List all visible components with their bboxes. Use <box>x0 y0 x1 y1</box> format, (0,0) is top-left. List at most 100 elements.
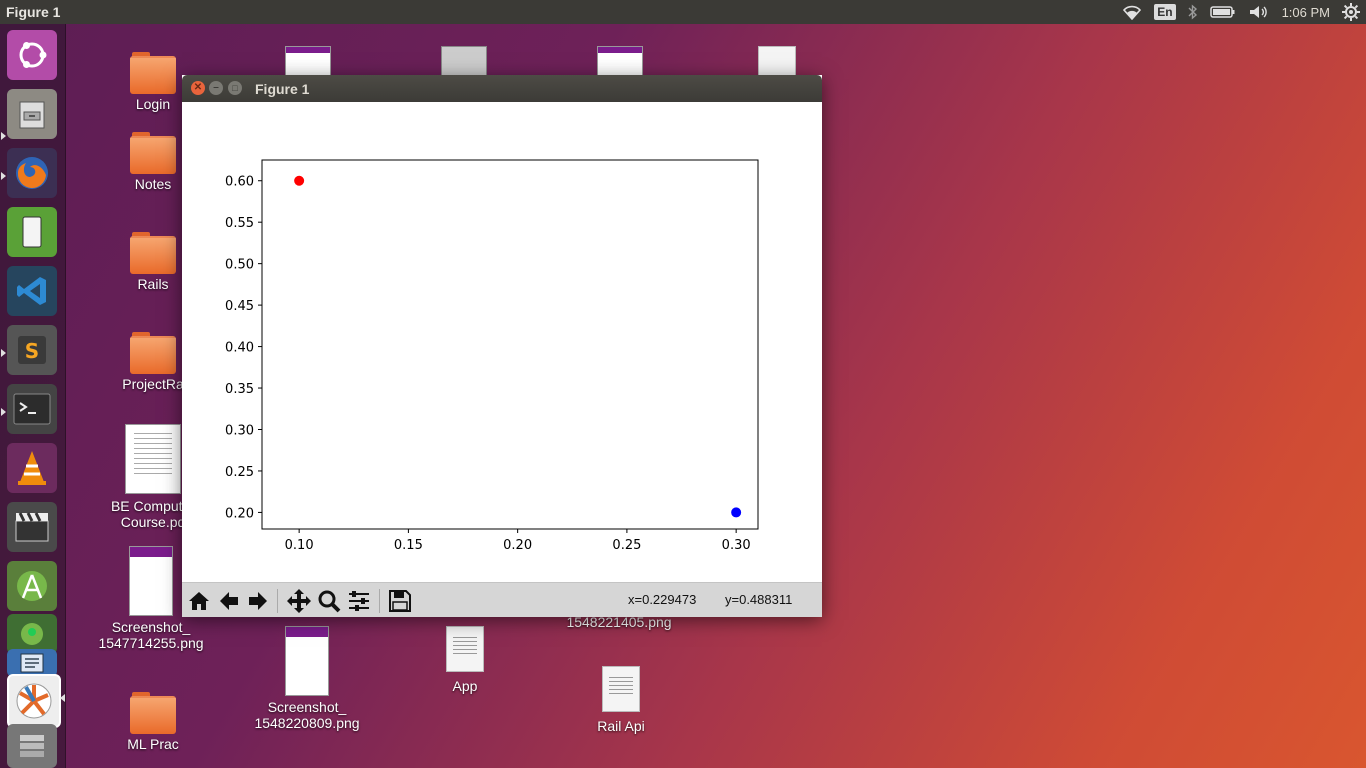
arrow-right-icon <box>249 592 267 610</box>
sliders-icon <box>349 591 369 611</box>
vscode-icon <box>17 277 46 305</box>
focus-indicator <box>60 694 65 702</box>
text-file-icon <box>446 626 484 672</box>
plot-canvas[interactable]: 0.10 0.15 0.20 0.25 0.30 0.20 0.25 0.30 0.35 0.40… <box>182 102 822 582</box>
data-point-1 <box>294 175 305 186</box>
firefox-icon <box>16 157 48 189</box>
bluetooth-icon[interactable] <box>1188 4 1198 20</box>
files-launcher[interactable] <box>7 89 57 139</box>
battery-icon[interactable] <box>1209 5 1236 19</box>
running-indicator <box>1 132 6 140</box>
y-tick-label: 0.30 <box>225 423 254 438</box>
document-viewer-icon <box>20 653 44 673</box>
desktop-icon-rail-api[interactable]: Rail Api <box>566 666 676 734</box>
desktop-icon-app[interactable]: App <box>410 626 520 694</box>
image-thumbnail[interactable] <box>285 46 331 76</box>
folder-icon <box>130 332 176 374</box>
vlc-launcher[interactable] <box>7 443 57 493</box>
ubuntu-dash-button[interactable] <box>7 30 57 80</box>
android-studio-launcher[interactable] <box>7 561 57 611</box>
scatter-plot[interactable]: 0.10 0.15 0.20 0.25 0.30 0.20 0.25 0.30 0.35 0.40… <box>182 102 822 582</box>
toolbar-separator <box>379 589 380 613</box>
axes-frame <box>261 159 759 530</box>
clapperboard-icon <box>15 512 49 542</box>
image-thumbnail[interactable] <box>597 46 643 76</box>
running-indicator <box>1 349 6 357</box>
phone-app-launcher[interactable] <box>7 207 57 257</box>
python-figure-launcher[interactable] <box>7 674 61 728</box>
active-app-title: Figure 1 <box>6 4 61 20</box>
keyboard-layout-indicator[interactable]: En <box>1154 4 1176 20</box>
window-title: Figure 1 <box>255 81 310 97</box>
minimize-button[interactable]: – <box>209 81 223 95</box>
desktop-icon-label: Screenshot_ <box>111 619 191 635</box>
desktop-icon-label: 1548220809.png <box>254 715 360 731</box>
image-thumbnail <box>129 546 173 616</box>
vlc-cone-icon <box>18 451 46 485</box>
document-viewer-launcher[interactable] <box>7 649 57 677</box>
save-figure-button[interactable] <box>386 587 414 615</box>
desktop-icon-label: Rail Api <box>597 718 645 734</box>
pan-button[interactable] <box>285 587 313 615</box>
running-indicator <box>1 172 6 180</box>
toolbar-separator <box>277 589 278 613</box>
x-tick-label: 0.10 <box>285 538 314 553</box>
sublime-text-launcher[interactable]: S <box>7 325 57 375</box>
trash-launcher[interactable] <box>7 724 57 768</box>
home-icon <box>189 592 209 610</box>
vscode-launcher[interactable] <box>7 266 57 316</box>
y-tick-label: 0.50 <box>225 258 254 273</box>
forward-button[interactable] <box>244 587 272 615</box>
image-thumbnail[interactable] <box>441 46 487 76</box>
configure-subplots-button[interactable] <box>345 587 373 615</box>
video-editor-launcher[interactable] <box>7 502 57 552</box>
launcher: S <box>0 24 66 768</box>
image-thumbnail <box>285 626 329 696</box>
x-tick-label: 0.30 <box>722 538 751 553</box>
wifi-icon[interactable] <box>1122 4 1142 20</box>
desktop-icon-label: ML Prac <box>127 736 179 752</box>
desktop-icon-label: Screenshot_ <box>267 699 347 715</box>
x-tick-label: 0.15 <box>394 538 423 553</box>
pdf-thumbnail <box>125 424 181 494</box>
home-button[interactable] <box>185 587 213 615</box>
sublime-text-icon: S <box>18 336 46 364</box>
terminal-launcher[interactable] <box>7 384 57 434</box>
y-tick-label: 0.60 <box>225 175 254 190</box>
terminal-icon <box>13 393 51 425</box>
phone-icon <box>22 216 42 248</box>
firefox-launcher[interactable] <box>7 148 57 198</box>
back-button[interactable] <box>215 587 243 615</box>
y-tick-label: 0.55 <box>225 216 254 231</box>
y-tick-label: 0.40 <box>225 341 254 356</box>
android-sdk-launcher[interactable] <box>7 614 57 654</box>
clock[interactable]: 1:06 PM <box>1282 5 1330 20</box>
ubuntu-logo-icon <box>19 42 47 68</box>
cursor-y-readout: y=0.488311 <box>725 592 793 607</box>
text-file-icon[interactable] <box>758 46 796 76</box>
desktop-icon-screenshot-1548220809[interactable]: Screenshot_ 1548220809.png <box>252 626 362 731</box>
desktop-icon-ml-prac[interactable]: ML Prac <box>98 692 208 752</box>
desktop-icon-label: App <box>452 678 478 694</box>
x-tick-label: 0.25 <box>612 538 641 553</box>
system-tray: En 1:06 PM <box>1122 2 1360 22</box>
file-cabinet-icon <box>19 101 45 129</box>
folder-icon <box>130 132 176 174</box>
navigation-toolbar: x=0.229473 y=0.488311 <box>182 582 822 617</box>
figure-window: ✕ – □ Figure 1 0.10 0.15 0.20 0.25 0.30 0.20 0… <box>182 75 822 617</box>
trash-icon <box>20 735 44 757</box>
folder-icon <box>130 232 176 274</box>
y-tick-label: 0.35 <box>225 382 254 397</box>
folder-icon <box>130 692 176 734</box>
zoom-button[interactable] <box>315 587 343 615</box>
arrow-left-icon <box>220 592 238 610</box>
maximize-button[interactable]: □ <box>228 81 242 95</box>
settings-gear-icon[interactable] <box>1342 3 1360 21</box>
folder-icon <box>130 52 176 94</box>
volume-icon[interactable] <box>1248 4 1270 20</box>
android-sdk-icon <box>21 623 43 645</box>
close-button[interactable]: ✕ <box>191 81 205 95</box>
svg-text:S: S <box>25 339 39 363</box>
matplotlib-icon <box>16 683 52 719</box>
window-titlebar[interactable]: ✕ – □ Figure 1 <box>182 75 822 102</box>
